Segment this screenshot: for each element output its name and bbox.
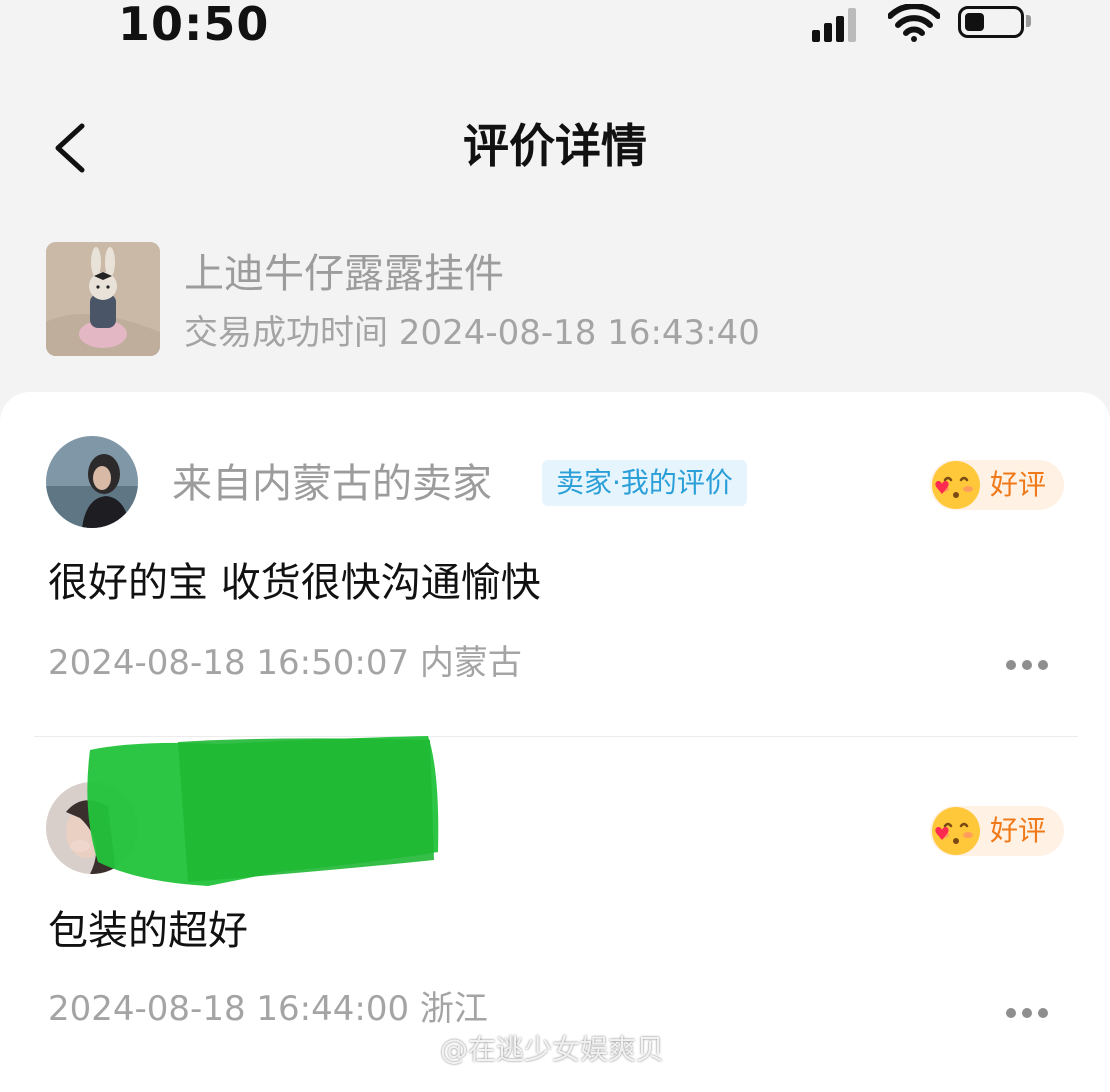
redaction-mark [87, 736, 439, 886]
more-options-icon[interactable] [1006, 660, 1050, 672]
seller-tag: 卖家·我的评价 [542, 460, 747, 506]
page-title: 评价详情 [463, 119, 647, 173]
product-name[interactable]: 上迪牛仔露露挂件 [184, 248, 504, 300]
rating-label: 好评 [990, 814, 1047, 847]
more-options-icon[interactable] [1006, 1008, 1050, 1020]
kiss-face-icon [932, 807, 980, 855]
battery-level [965, 13, 984, 31]
review-meta: 2024-08-18 16:44:00 浙江 [48, 989, 488, 1029]
rating-label: 好评 [990, 468, 1047, 501]
product-thumbnail[interactable] [46, 242, 160, 356]
review-text: 很好的宝 收货很快沟通愉快 [48, 560, 541, 606]
trade-time: 交易成功时间 2024-08-18 16:43:40 [184, 313, 760, 353]
review-text: 包装的超好 [48, 908, 248, 954]
kiss-face-icon [932, 461, 980, 509]
reviewer-avatar[interactable] [46, 436, 138, 528]
wifi-icon [888, 4, 940, 42]
battery-cap [1026, 15, 1031, 27]
review-meta: 2024-08-18 16:50:07 内蒙古 [48, 643, 522, 683]
battery-icon [958, 6, 1024, 38]
rating-badge: 好评 [930, 806, 1064, 856]
rating-badge: 好评 [930, 460, 1064, 510]
watermark-text: @在逃少女娱爽贝 [440, 1033, 665, 1066]
status-time: 10:50 [118, 0, 270, 51]
reviewer-name[interactable]: 来自内蒙古的卖家 [172, 458, 492, 510]
cellular-signal-icon [812, 8, 858, 42]
